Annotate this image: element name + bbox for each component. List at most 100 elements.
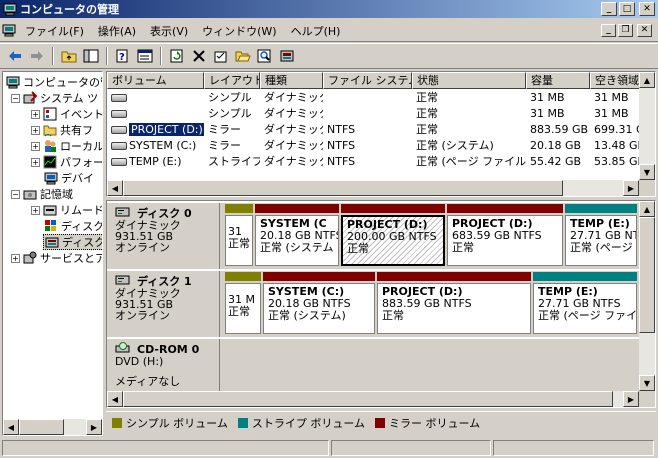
scroll-left-icon[interactable]: ◀ xyxy=(107,391,123,407)
close-button[interactable]: ✕ xyxy=(639,2,655,16)
tree-item-computer-management[interactable]: コンピュータの管 xyxy=(5,74,102,90)
delete-icon[interactable] xyxy=(188,45,210,67)
child-close-button[interactable]: ✕ xyxy=(637,24,652,37)
properties-icon[interactable] xyxy=(134,45,156,67)
scroll-right-icon[interactable]: ▶ xyxy=(623,391,639,407)
console-tree[interactable]: コンピュータの管 − システム ツ + イベント + 共有フ + ローカル xyxy=(2,71,103,436)
scroll-thumb[interactable] xyxy=(123,391,613,407)
partition-temp-e[interactable]: TEMP (E:)27.71 GB NTFS正常 (ページ ファイル) xyxy=(533,271,639,337)
scroll-right-icon[interactable]: ▶ xyxy=(86,419,102,435)
partition-project-d[interactable]: PROJECT (D:) 683.59 GB NTFS 正常 xyxy=(447,203,565,269)
cdrom-0-label[interactable]: CD-ROM 0 DVD (H:) メディアなし xyxy=(107,339,220,391)
menu-help[interactable]: ヘルプ(H) xyxy=(284,23,348,39)
menu-window[interactable]: ウィンドウ(W) xyxy=(195,23,283,39)
tree-item-local-users[interactable]: + ローカル xyxy=(31,138,102,154)
scroll-down-icon[interactable]: ▼ xyxy=(639,375,655,391)
expand-icon[interactable]: + xyxy=(31,109,40,119)
column-status[interactable]: 状態 xyxy=(412,72,526,89)
tree-item-device-manager[interactable]: デバイ xyxy=(43,170,94,186)
volume-list-horizontal-scrollbar[interactable]: ◀ ▶ xyxy=(107,180,639,196)
disk-1-label[interactable]: ディスク 1 ダイナミック 931.51 GB オンライン xyxy=(107,271,220,337)
column-free-space[interactable]: 空き領域 xyxy=(590,72,641,89)
window-title: コンピュータの管理 xyxy=(20,3,119,16)
disk-view-vertical-scrollbar[interactable]: ▲ ▼ xyxy=(639,201,655,391)
help-icon[interactable]: ? xyxy=(112,45,134,67)
expand-icon[interactable]: + xyxy=(31,157,40,167)
forward-icon[interactable] xyxy=(26,45,48,67)
expand-icon[interactable]: + xyxy=(31,125,40,135)
refresh-icon[interactable] xyxy=(166,45,188,67)
scroll-thumb[interactable] xyxy=(123,180,563,196)
expand-icon[interactable]: + xyxy=(31,141,40,151)
scroll-left-icon[interactable]: ◀ xyxy=(107,180,123,196)
tree-item-disk-management[interactable]: ディスク xyxy=(43,234,102,250)
maximize-button[interactable]: □ xyxy=(619,2,635,16)
tree-item-disk-defragmenter[interactable]: ディスク xyxy=(43,218,102,234)
partition-simple[interactable]: 31 正常 xyxy=(225,203,255,269)
volume-row[interactable]: SYSTEM (C:) ミラー ダイナミック NTFS 正常 (システム) 20… xyxy=(107,138,641,154)
users-icon xyxy=(42,139,58,153)
scroll-thumb[interactable] xyxy=(19,419,64,435)
column-filesystem[interactable]: ファイル システム xyxy=(323,72,412,89)
tree-horizontal-scrollbar[interactable]: ◀ ▶ xyxy=(3,419,102,435)
child-restore-button[interactable]: ❐ xyxy=(618,24,633,37)
scroll-up-icon[interactable]: ▲ xyxy=(639,201,655,217)
search-icon[interactable] xyxy=(254,45,276,67)
mdi-system-icon[interactable] xyxy=(0,24,18,37)
partition-project-d-selected[interactable]: PROJECT (D:) 200.00 GB NTFS 正常 xyxy=(341,203,447,269)
open-folder-icon[interactable] xyxy=(232,45,254,67)
partition-temp-e[interactable]: TEMP (E:)27.71 GB NTFS正常 (ページ フ xyxy=(565,203,639,269)
partition-simple[interactable]: 31 M 正常 xyxy=(225,271,263,337)
tree-item-event-viewer[interactable]: + イベント xyxy=(31,106,102,122)
checklist-icon[interactable] xyxy=(210,45,232,67)
column-type[interactable]: 種類 xyxy=(260,72,323,89)
show-tree-icon[interactable] xyxy=(80,45,102,67)
menu-action[interactable]: 操作(A) xyxy=(91,23,143,39)
volume-list-vertical-scrollbar[interactable]: ▲ ▼ xyxy=(639,72,655,180)
up-folder-icon[interactable] xyxy=(58,45,80,67)
expand-icon[interactable]: + xyxy=(11,253,20,263)
title-bar[interactable]: コンピュータの管理 _ □ ✕ xyxy=(0,0,658,18)
tree-item-services-and-applications[interactable]: + サービスとア xyxy=(11,250,102,266)
tree-item-system-tools[interactable]: − システム ツ xyxy=(11,90,98,106)
volume-row[interactable]: TEMP (E:) ストライプ ダイナミック NTFS 正常 (ページ ファイル… xyxy=(107,154,641,170)
scroll-left-icon[interactable]: ◀ xyxy=(3,419,19,435)
menu-file[interactable]: ファイル(F) xyxy=(18,23,91,39)
disk-0-label[interactable]: ディスク 0 ダイナミック 931.51 GB オンライン xyxy=(107,203,220,269)
legend-simple: シンプル ボリューム xyxy=(112,415,228,431)
tree-item-performance[interactable]: + パフォー xyxy=(31,154,102,170)
child-minimize-button[interactable]: _ xyxy=(601,24,616,37)
tree-item-removable-storage[interactable]: + リムード xyxy=(31,202,102,218)
tree-item-storage[interactable]: − 記憶域 xyxy=(11,186,73,202)
partition-project-d[interactable]: PROJECT (D:) 883.59 GB NTFS 正常 xyxy=(377,271,533,337)
expand-icon[interactable]: + xyxy=(31,205,40,215)
status-panel xyxy=(330,440,491,456)
toolbar: ? xyxy=(0,43,658,69)
scroll-right-icon[interactable]: ▶ xyxy=(623,180,639,196)
volume-icon xyxy=(111,158,127,166)
minimize-button[interactable]: _ xyxy=(601,2,617,16)
column-volume[interactable]: ボリューム xyxy=(107,72,204,89)
scroll-down-icon[interactable]: ▼ xyxy=(639,164,655,180)
volume-icon xyxy=(111,94,127,102)
volume-row[interactable]: シンプル ダイナミック 正常 31 MB 31 MB xyxy=(107,90,641,106)
volume-row[interactable]: PROJECT (D:) ミラー ダイナミック NTFS 正常 883.59 G… xyxy=(107,122,641,138)
disk-view-horizontal-scrollbar[interactable]: ◀ ▶ xyxy=(107,391,639,407)
status-panel xyxy=(492,440,654,456)
partition-system-c[interactable]: SYSTEM (C:) 20.18 GB NTFS 正常 (システム) xyxy=(263,271,377,337)
volume-list[interactable]: ボリューム レイアウト 種類 ファイル システム 状態 容量 空き領域 シンプル… xyxy=(106,71,656,197)
tree-item-shared-folders[interactable]: + 共有フ xyxy=(31,122,93,138)
volume-row[interactable]: シンプル ダイナミック 正常 31 MB 31 MB xyxy=(107,106,641,122)
scroll-up-icon[interactable]: ▲ xyxy=(639,72,655,88)
scroll-thumb[interactable] xyxy=(639,217,655,333)
column-layout[interactable]: レイアウト xyxy=(204,72,260,89)
disk-settings-icon[interactable] xyxy=(276,45,298,67)
collapse-icon[interactable]: − xyxy=(11,189,20,199)
back-icon[interactable] xyxy=(4,45,26,67)
collapse-icon[interactable]: − xyxy=(11,93,20,103)
partition-system-c[interactable]: SYSTEM (C 20.18 GB NTFS 正常 (システム xyxy=(255,203,341,269)
legend-mirror: ミラー ボリューム xyxy=(375,415,480,431)
disk-graphical-view[interactable]: ディスク 0 ダイナミック 931.51 GB オンライン 31 正常 SYSTE… xyxy=(106,200,656,408)
menu-view[interactable]: 表示(V) xyxy=(143,23,195,39)
column-capacity[interactable]: 容量 xyxy=(526,72,590,89)
